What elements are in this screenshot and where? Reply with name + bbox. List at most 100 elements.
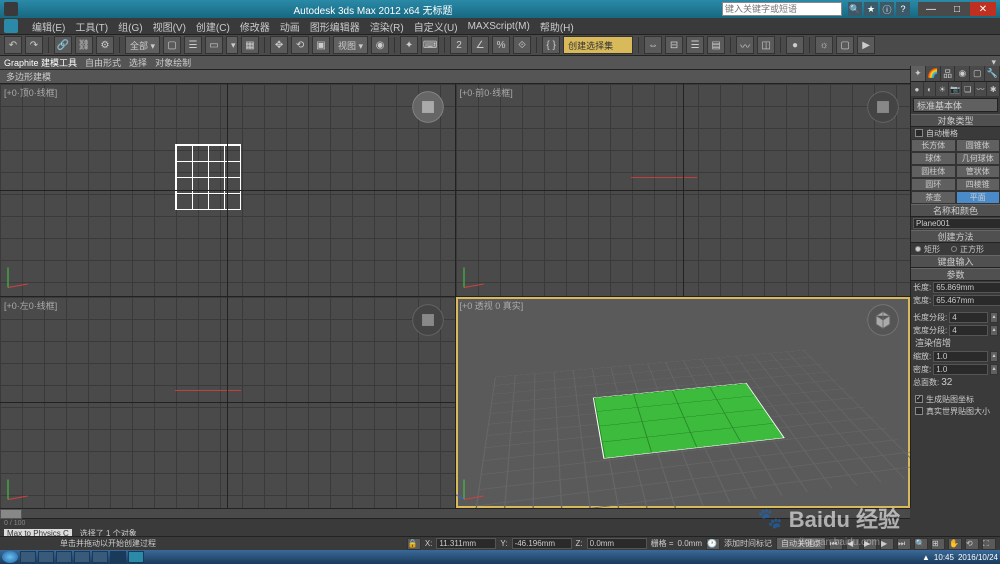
minimize-button[interactable]: — <box>918 2 944 16</box>
menu-view[interactable]: 视图(V) <box>153 19 186 34</box>
width-segs-input[interactable] <box>949 325 988 336</box>
select-region-dropdown[interactable]: ▾ <box>226 36 238 54</box>
coord-y-input[interactable] <box>512 538 572 549</box>
primitive-plane[interactable]: 平面 <box>956 191 1000 204</box>
primitive-geosphere[interactable]: 几何球体 <box>956 152 1000 165</box>
tab-utilities-icon[interactable]: 🔧 <box>985 66 1000 81</box>
link-icon[interactable]: 🔗 <box>54 36 72 54</box>
taskbar-3dsmax-icon[interactable] <box>128 551 144 563</box>
tab-hierarchy-icon[interactable]: 品 <box>941 66 956 81</box>
maximize-vp-icon[interactable]: ⛶ <box>982 538 996 550</box>
spinner-icon[interactable]: ▴ <box>990 312 998 323</box>
orbit-icon[interactable]: ⟲ <box>965 538 979 550</box>
viewport-left-label[interactable]: [+0·左0·线框] <box>4 299 57 312</box>
section-object-type[interactable]: 对象类型 <box>911 114 1000 127</box>
time-slider-handle[interactable] <box>0 509 22 519</box>
primitive-teapot[interactable]: 茶壶 <box>911 191 956 204</box>
scale-icon[interactable]: ▣ <box>312 36 330 54</box>
snap-2d-icon[interactable]: 2 <box>450 36 468 54</box>
viewport-left[interactable]: [+0·左0·线框] <box>0 297 455 509</box>
help-search-input[interactable] <box>722 2 842 16</box>
subtab-shapes-icon[interactable]: ◐ <box>924 82 937 96</box>
primitive-cone[interactable]: 圆锥体 <box>956 139 1000 152</box>
tab-display-icon[interactable]: ▢ <box>970 66 985 81</box>
window-crossing-icon[interactable]: ▦ <box>241 36 259 54</box>
category-dropdown[interactable]: 标准基本体 <box>913 98 998 112</box>
coord-z-input[interactable] <box>587 538 647 549</box>
next-frame-icon[interactable]: ▶ <box>880 538 894 550</box>
help-icon[interactable]: ? <box>896 2 910 16</box>
scale-input[interactable] <box>933 351 988 362</box>
render-icon[interactable]: ▶ <box>857 36 875 54</box>
subtab-geometry-icon[interactable]: ● <box>911 82 924 96</box>
time-tag-icon[interactable]: 🕐 <box>706 538 720 550</box>
coord-x-input[interactable] <box>436 538 496 549</box>
tray-icon[interactable]: ▲ <box>922 553 930 562</box>
auto-grid-checkbox[interactable] <box>915 129 923 137</box>
ribbon-tab-paint[interactable]: 对象绘制 <box>155 56 191 69</box>
viewport-front[interactable]: [+0·前0·线框] <box>456 84 911 296</box>
mirror-icon[interactable]: ⇔ <box>644 36 662 54</box>
clock-time[interactable]: 10:45 <box>934 553 954 562</box>
viewcube-icon[interactable] <box>411 90 445 124</box>
maximize-button[interactable]: □ <box>944 2 970 16</box>
section-keyboard-entry[interactable]: 键盘输入 <box>911 255 1000 268</box>
select-by-name-icon[interactable]: ☰ <box>184 36 202 54</box>
zoom-all-icon[interactable]: ⊞ <box>931 538 945 550</box>
bind-icon[interactable]: ⚙ <box>96 36 114 54</box>
close-button[interactable]: ✕ <box>970 2 996 16</box>
real-world-checkbox[interactable] <box>915 407 923 415</box>
start-button[interactable] <box>2 551 18 563</box>
snap-percent-icon[interactable]: % <box>492 36 510 54</box>
schematic-view-icon[interactable]: ◫ <box>757 36 775 54</box>
viewport-front-label[interactable]: [+0·前0·线框] <box>460 86 513 99</box>
menu-group[interactable]: 组(G) <box>118 19 142 34</box>
subtab-lights-icon[interactable]: ☀ <box>936 82 949 96</box>
taskbar-explorer-icon[interactable] <box>20 551 36 563</box>
ribbon-tab-graphite[interactable]: Graphite 建模工具 <box>4 56 77 69</box>
viewport-top-label[interactable]: [+0·顶0·线框] <box>4 86 57 99</box>
primitive-box[interactable]: 长方体 <box>911 139 956 152</box>
section-create-method[interactable]: 创建方法 <box>911 230 1000 243</box>
primitive-torus[interactable]: 圆环 <box>911 178 956 191</box>
app-menu-icon[interactable] <box>4 19 18 33</box>
menu-customize[interactable]: 自定义(U) <box>414 19 458 34</box>
render-setup-icon[interactable]: ☼ <box>815 36 833 54</box>
snap-angle-icon[interactable]: ∠ <box>471 36 489 54</box>
menu-animation[interactable]: 动画 <box>280 19 300 34</box>
subtab-cameras-icon[interactable]: 📷 <box>949 82 962 96</box>
taskbar-photoshop-icon[interactable] <box>110 551 126 563</box>
viewcube-icon[interactable] <box>866 90 900 124</box>
use-center-icon[interactable]: ◉ <box>371 36 389 54</box>
keyboard-shortcut-icon[interactable]: ⌨ <box>421 36 439 54</box>
manipulate-icon[interactable]: ✦ <box>400 36 418 54</box>
section-parameters[interactable]: 参数 <box>911 268 1000 281</box>
menu-modifiers[interactable]: 修改器 <box>240 19 270 34</box>
taskbar-app-icon[interactable] <box>74 551 90 563</box>
taskbar-ie-icon[interactable] <box>38 551 54 563</box>
move-icon[interactable]: ✥ <box>270 36 288 54</box>
add-time-tag-button[interactable]: 添加时间标记 <box>724 538 772 549</box>
goto-end-icon[interactable]: ⏭ <box>897 538 911 550</box>
selection-set-dropdown[interactable]: 创建选择集 <box>563 36 633 54</box>
primitive-pyramid[interactable]: 四棱锥 <box>956 178 1000 191</box>
menu-render[interactable]: 渲染(R) <box>370 19 404 34</box>
menu-create[interactable]: 创建(C) <box>196 19 230 34</box>
curve-editor-icon[interactable]: 〰 <box>736 36 754 54</box>
section-name-color[interactable]: 名称和颜色 <box>911 204 1000 217</box>
named-sel-set-icon[interactable]: { } <box>542 36 560 54</box>
viewport-perspective[interactable]: [+0 透视 0 真实] <box>456 297 911 509</box>
rendered-frame-icon[interactable]: ▢ <box>836 36 854 54</box>
ribbon-tab-selection[interactable]: 选择 <box>129 56 147 69</box>
viewcube-icon[interactable] <box>411 303 445 337</box>
align-icon[interactable]: ⊟ <box>665 36 683 54</box>
viewcube-icon[interactable] <box>866 303 900 337</box>
primitive-sphere[interactable]: 球体 <box>911 152 956 165</box>
menu-graph-editors[interactable]: 图形编辑器 <box>310 19 360 34</box>
menu-maxscript[interactable]: MAXScript(M) <box>468 21 530 32</box>
width-input[interactable] <box>933 295 1000 306</box>
layers-icon[interactable]: ☰ <box>686 36 704 54</box>
redo-icon[interactable]: ↷ <box>25 36 43 54</box>
ribbon-tab-freeform[interactable]: 自由形式 <box>85 56 121 69</box>
material-editor-icon[interactable]: ● <box>786 36 804 54</box>
